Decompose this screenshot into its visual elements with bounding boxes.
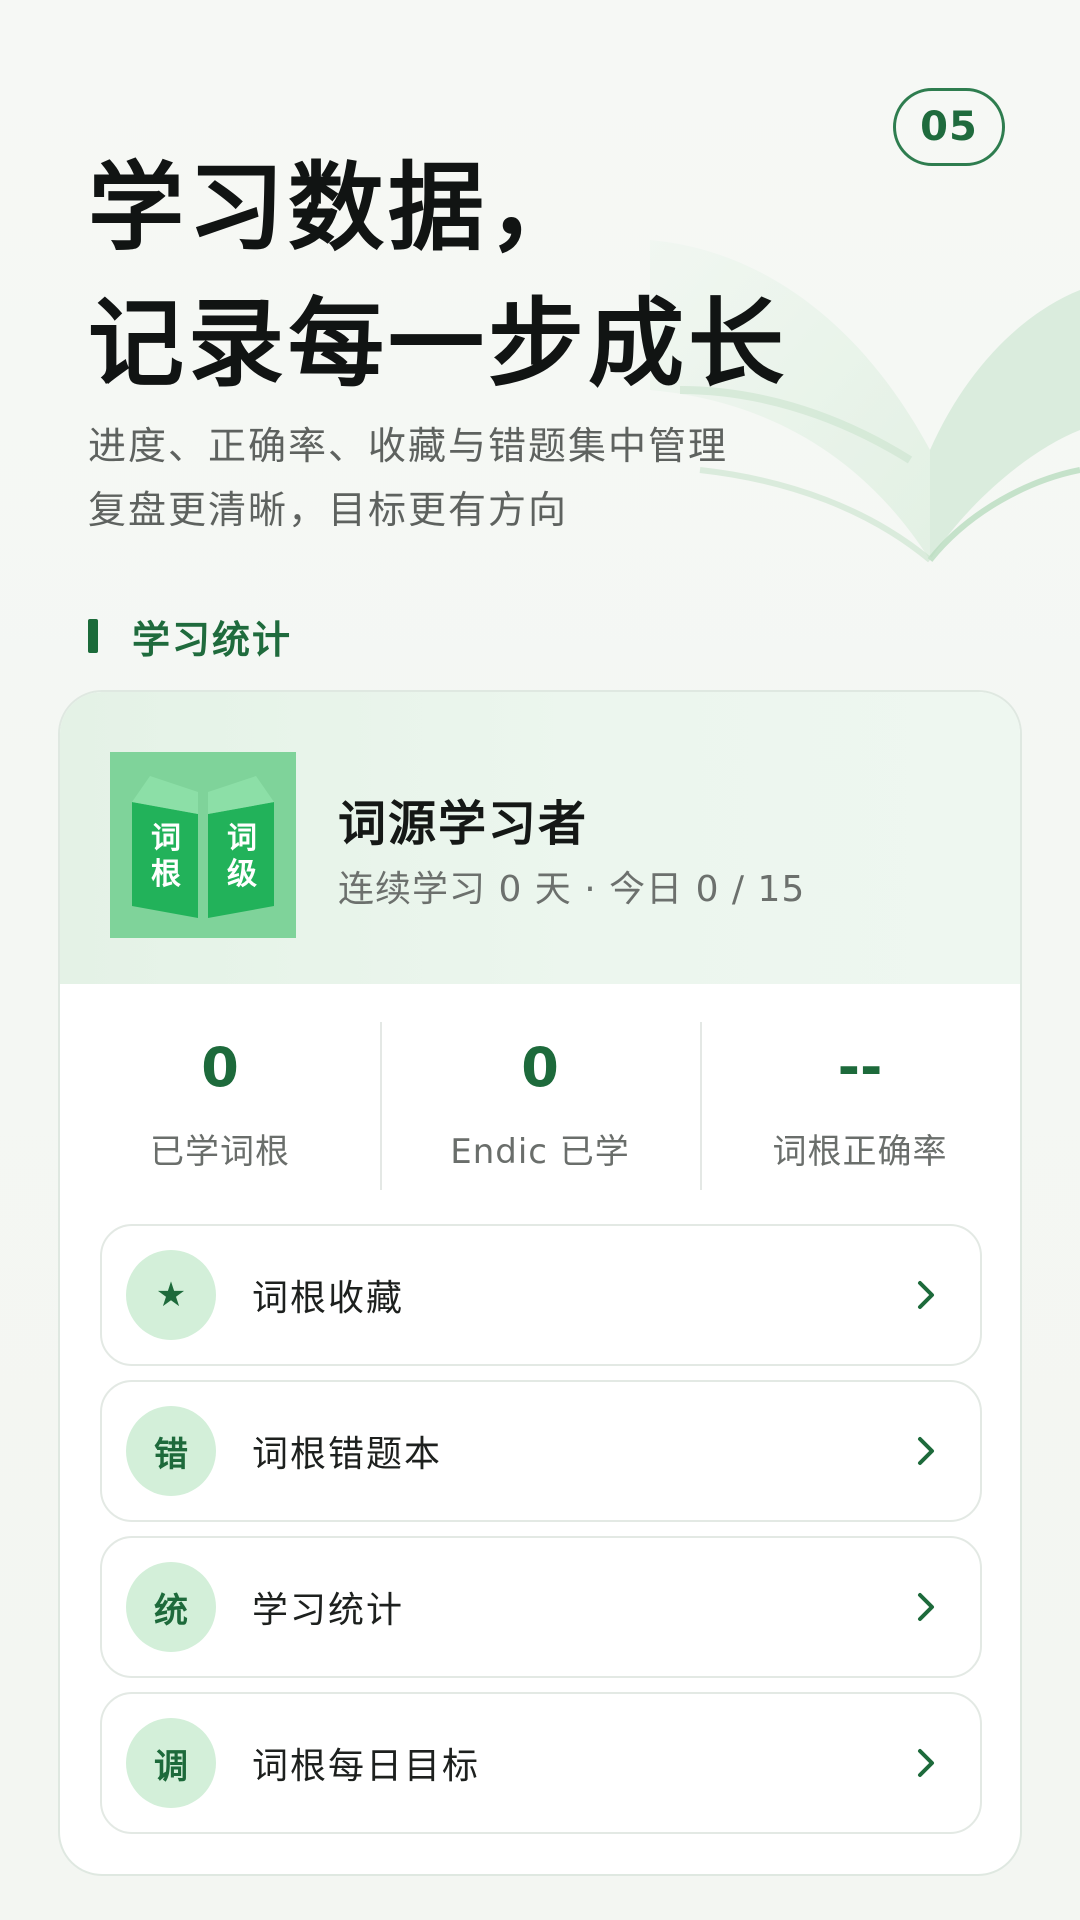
logo-char-1: 词 [151, 821, 181, 856]
hero-subtitle-line-1: 进度、正确率、收藏与错题集中管理 [88, 424, 729, 468]
menu-item-statistics[interactable]: 统 学习统计 [100, 1536, 982, 1678]
chevron-right-icon [918, 1593, 934, 1621]
hero-title-line-2: 记录每一步成长 [88, 288, 788, 400]
section-title: 学习统计 [132, 617, 293, 662]
hero-subtitle-line-2: 复盘更清晰，目标更有方向 [88, 488, 569, 532]
section-accent-bar [88, 619, 98, 653]
stat-accuracy: -- 词根正确率 [700, 1022, 1020, 1190]
menu-list: ★ 词根收藏 错 词根错题本 统 学习统计 调 词根每日目标 [100, 1224, 982, 1848]
logo-char-4: 级 [227, 857, 257, 892]
menu-item-label: 词根错题本 [252, 1434, 443, 1475]
stats-row: 0 已学词根 0 Endic 已学 -- 词根正确率 [60, 1022, 1020, 1190]
stat-value: 0 [521, 1036, 559, 1099]
statistics-icon: 统 [126, 1562, 216, 1652]
stat-label: 词根正确率 [772, 1132, 948, 1172]
mistakes-icon: 错 [126, 1406, 216, 1496]
chevron-right-icon [918, 1281, 934, 1309]
profile-streak-text: 连续学习 0 天 · 今日 0 / 15 [338, 869, 806, 910]
profile-header: 词 根 词 级 词源学习者 连续学习 0 天 · 今日 0 / 15 [60, 692, 1020, 984]
hero-title: 学习数据， 记录每一步成长 [88, 140, 848, 412]
menu-item-label: 学习统计 [252, 1590, 405, 1631]
stat-label: Endic 已学 [450, 1132, 630, 1172]
stat-endic-learned: 0 Endic 已学 [380, 1022, 700, 1190]
hero-title-line-1: 学习数据， [88, 152, 588, 264]
page-number-badge: 05 [893, 88, 1005, 166]
menu-item-mistakes[interactable]: 错 词根错题本 [100, 1380, 982, 1522]
menu-item-label: 词根收藏 [252, 1278, 405, 1319]
stat-label: 已学词根 [150, 1132, 290, 1172]
stat-value: -- [837, 1036, 883, 1099]
stat-learned-roots: 0 已学词根 [60, 1022, 380, 1190]
chevron-right-icon [918, 1749, 934, 1777]
section-header: 学习统计 [88, 612, 292, 662]
logo-char-2: 根 [151, 857, 181, 892]
menu-item-label: 词根每日目标 [252, 1746, 481, 1787]
chevron-right-icon [918, 1437, 934, 1465]
stats-card: 词 根 词 级 词源学习者 连续学习 0 天 · 今日 0 / 15 0 已学词… [58, 690, 1022, 1876]
hero-subtitle: 进度、正确率、收藏与错题集中管理 复盘更清晰，目标更有方向 [88, 414, 828, 542]
goal-icon: 调 [126, 1718, 216, 1808]
profile-name: 词源学习者 [338, 796, 589, 852]
star-icon: ★ [126, 1250, 216, 1340]
menu-item-favorites[interactable]: ★ 词根收藏 [100, 1224, 982, 1366]
menu-item-daily-goal[interactable]: 调 词根每日目标 [100, 1692, 982, 1834]
logo-char-3: 词 [227, 821, 257, 856]
stat-value: 0 [201, 1036, 239, 1099]
book-logo-icon: 词 根 词 级 [110, 752, 296, 938]
